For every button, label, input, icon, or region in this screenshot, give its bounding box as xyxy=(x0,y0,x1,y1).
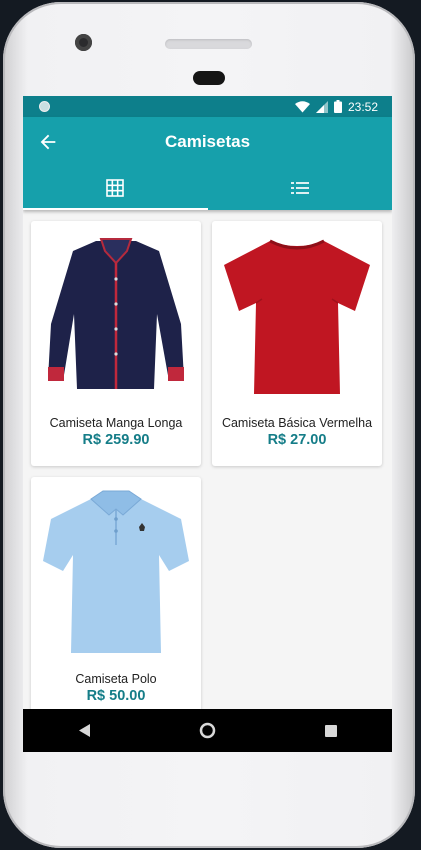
product-card[interactable]: Camiseta Básica Vermelha R$ 27.00 xyxy=(212,221,382,466)
product-price: R$ 27.00 xyxy=(267,432,327,448)
status-icons: 23:52 xyxy=(294,99,378,114)
red-tshirt-icon xyxy=(224,239,370,394)
system-nav-bar xyxy=(23,709,392,752)
signal-icon xyxy=(315,100,328,113)
status-bar: 23:52 xyxy=(23,96,392,117)
product-price: R$ 50.00 xyxy=(86,688,146,704)
app-bar: Camisetas xyxy=(23,117,392,210)
list-view-icon xyxy=(290,182,309,194)
triangle-back-icon xyxy=(78,724,90,737)
status-time: 23:52 xyxy=(347,99,378,114)
circle-home-icon xyxy=(199,722,216,739)
product-card[interactable]: Camiseta Manga Longa R$ 259.90 xyxy=(31,221,201,466)
battery-icon xyxy=(333,100,342,113)
product-name: Camiseta Polo xyxy=(75,672,157,686)
polo-shirt-icon xyxy=(43,490,189,653)
view-tabs xyxy=(23,166,392,210)
grid-view-icon xyxy=(106,179,125,197)
earpiece-speaker xyxy=(165,39,252,49)
front-camera xyxy=(75,34,92,51)
product-name: Camiseta Manga Longa xyxy=(49,416,183,430)
nav-recents-button[interactable] xyxy=(311,716,351,746)
product-name: Camiseta Básica Vermelha xyxy=(221,416,373,430)
proximity-sensor xyxy=(193,71,225,85)
tab-list-view[interactable] xyxy=(208,166,393,210)
wifi-icon xyxy=(294,100,310,112)
page-title: Camisetas xyxy=(164,132,251,151)
tab-grid-view[interactable] xyxy=(23,166,208,210)
square-recents-icon xyxy=(324,724,337,737)
notification-icon xyxy=(39,101,50,112)
nav-back-button[interactable] xyxy=(65,716,105,746)
nav-home-button[interactable] xyxy=(188,716,228,746)
product-price: R$ 259.90 xyxy=(82,432,150,448)
product-card[interactable]: Camiseta Polo R$ 50.00 xyxy=(31,477,201,722)
app-screen: 23:52 Camisetas Camiseta Manga Longa R$ … xyxy=(23,96,392,752)
long-sleeve-shirt-icon xyxy=(48,238,184,389)
